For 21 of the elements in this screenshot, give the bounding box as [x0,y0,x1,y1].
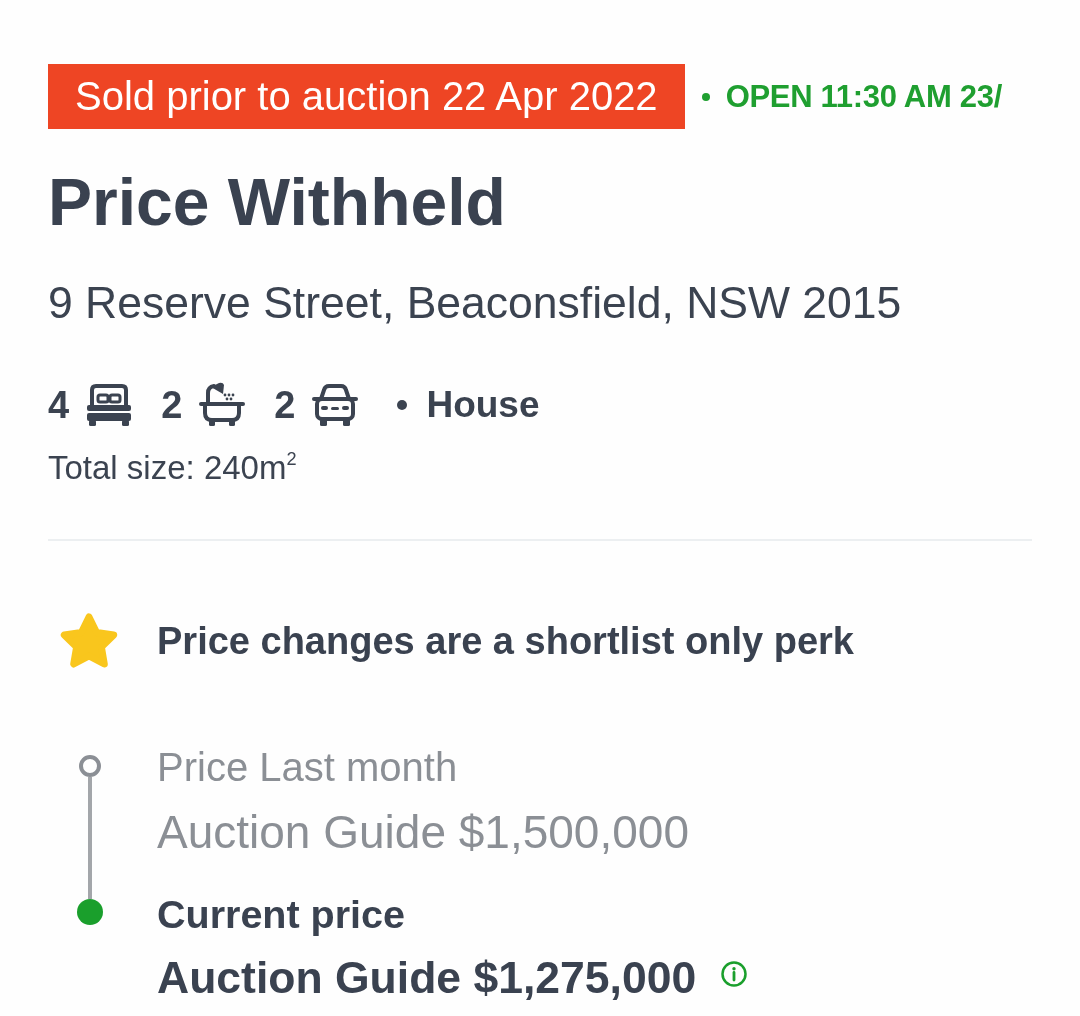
price-heading: Price Withheld [48,165,506,239]
info-icon[interactable] [721,961,748,987]
price-history-label: Price Last month [157,744,458,790]
car-icon [311,382,360,428]
sold-status-badge: Sold prior to auction 22 Apr 2022 [48,64,685,129]
open-inspection-text: OPEN 11:30 AM 23/ [725,78,1002,115]
price-history-label: Current price [157,891,406,937]
feature-count: 4 [48,383,70,428]
perk-message: Price changes are a shortlist only perk [157,619,854,663]
feature-count: 2 [161,383,183,428]
star-icon [58,612,120,670]
feature-count: 2 [274,383,296,428]
status-dot-icon [701,92,710,101]
address-text: 9 Reserve Street, Beaconsfield, NSW 2015 [48,277,902,329]
property-type: House [426,383,540,427]
price-history-value: Auction Guide $1,500,000 [157,805,689,859]
price-history-value: Auction Guide $1,275,000 [157,953,697,1003]
bullet-icon [397,400,408,410]
bed-icon [85,382,134,428]
bathtub-icon [198,382,247,428]
total-size-text: Total size: 240m$^{2}$ [48,449,297,487]
